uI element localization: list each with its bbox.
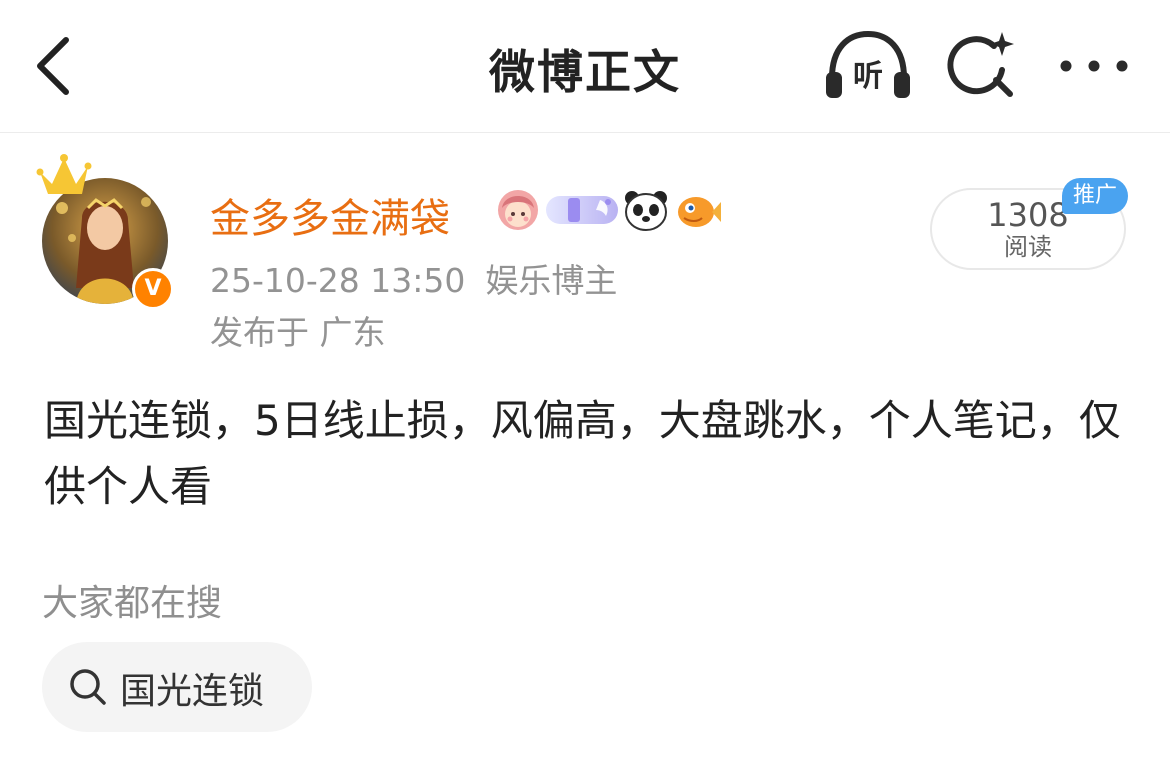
post-meta: 25-10-28 13:50 娱乐博主 [210, 254, 617, 302]
sparkle-search-icon [947, 32, 1014, 97]
top-nav-bar: 微博正文 听 [0, 0, 1170, 133]
post-location: 发布于 广东 [210, 313, 386, 352]
trending-search-label: 国光连锁 [120, 671, 265, 712]
fish-badge[interactable] [674, 186, 722, 238]
trending-search-title: 大家都在搜 [42, 583, 223, 624]
avatar[interactable]: V [36, 150, 176, 310]
post-text: 国光连锁，5日线止损，风偏高，大盘跳水，个人笔记，仅供个人看 [44, 396, 1121, 511]
search-icon [70, 669, 106, 705]
author-tag: 娱乐博主 [485, 261, 618, 300]
ai-search-button[interactable] [944, 28, 1020, 104]
back-button[interactable] [28, 30, 88, 102]
panda-badge[interactable] [622, 186, 670, 238]
listen-button[interactable]: 听 [822, 28, 914, 104]
headphones-icon: 听 [826, 30, 910, 98]
listen-label: 听 [853, 59, 883, 94]
promote-badge[interactable]: 推广 [1062, 178, 1128, 214]
post-timestamp: 25-10-28 13:50 [210, 261, 466, 300]
read-count-label: 阅读 [1004, 233, 1052, 261]
more-button[interactable] [1052, 40, 1136, 92]
crown-icon [36, 154, 92, 194]
trending-search-chip[interactable]: 国光连锁 [42, 642, 312, 732]
chevron-left-icon [37, 37, 69, 95]
author-name[interactable]: 金多多金满袋 [210, 186, 450, 244]
verified-badge: V [132, 268, 174, 310]
user-badges [494, 188, 722, 236]
ellipsis-icon [1060, 60, 1128, 72]
girl-avatar-badge[interactable] [494, 186, 542, 238]
fan-level-badge[interactable] [546, 190, 618, 234]
